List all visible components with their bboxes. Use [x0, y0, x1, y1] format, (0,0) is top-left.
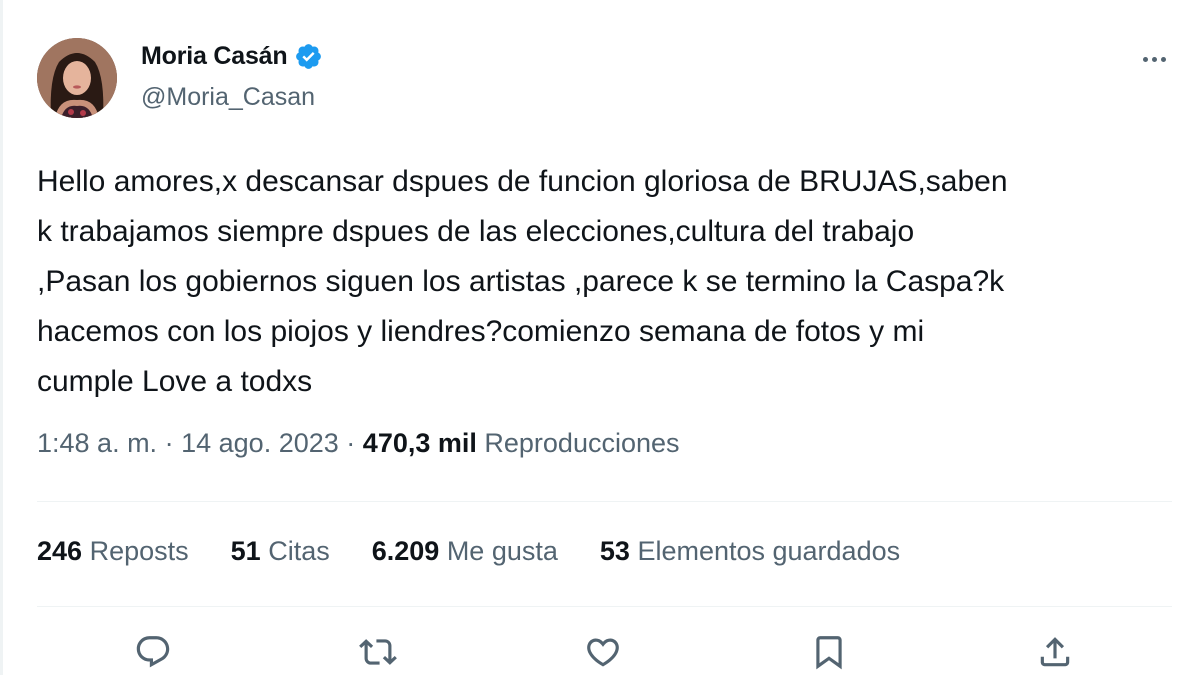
- more-options-button[interactable]: [1134, 44, 1174, 74]
- tweet-meta: 1:48 a. m. · 14 ago. 2023 · 470,3 mil Re…: [37, 428, 680, 459]
- reposts-label: Reposts: [89, 536, 189, 566]
- likes-stat[interactable]: 6.209 Me gusta: [372, 536, 558, 567]
- views-count: 470,3 mil: [362, 428, 477, 458]
- bookmarks-stat[interactable]: 53 Elementos guardados: [600, 536, 900, 567]
- quotes-stat[interactable]: 51 Citas: [231, 536, 330, 567]
- share-icon: [1040, 637, 1070, 667]
- likes-label: Me gusta: [446, 536, 558, 566]
- dot-icon: [1151, 56, 1157, 62]
- avatar-image: [37, 38, 117, 118]
- engagement-stats: 246 Reposts 51 Citas 6.209 Me gusta 53 E…: [37, 536, 942, 567]
- verified-badge-icon: [294, 42, 323, 71]
- reposts-stat[interactable]: 246 Reposts: [37, 536, 189, 567]
- tweet-text-line: hacemos con los piojos y liendres?comien…: [37, 315, 925, 348]
- like-icon: [587, 638, 619, 667]
- tweet-date[interactable]: 14 ago. 2023: [181, 428, 339, 458]
- reposts-count: 246: [37, 536, 83, 566]
- bookmarks-label: Elementos guardados: [637, 536, 901, 566]
- tweet-text: Hello amores,x descansar dspues de funci…: [37, 157, 1177, 407]
- meta-separator: ·: [346, 428, 356, 458]
- tweet-time[interactable]: 1:48 a. m.: [37, 428, 157, 458]
- author-handle[interactable]: @Moria_Casan: [141, 83, 315, 112]
- quotes-label: Citas: [268, 536, 330, 566]
- tweet-text-line: ,Pasan los gobiernos siguen los artistas…: [37, 265, 1005, 298]
- author-display-name[interactable]: Moria Casán: [141, 42, 288, 71]
- reply-icon: [136, 636, 170, 668]
- divider: [37, 606, 1172, 607]
- meta-separator: ·: [164, 428, 174, 458]
- dot-icon: [1160, 56, 1166, 62]
- author-name-row: Moria Casán: [141, 42, 323, 71]
- share-button[interactable]: [1033, 630, 1077, 674]
- bookmark-button[interactable]: [807, 630, 851, 674]
- like-button[interactable]: [581, 630, 625, 674]
- tweet-text-line: k trabajamos siempre dspues de las elecc…: [37, 215, 915, 248]
- divider: [37, 501, 1172, 502]
- tweet-text-line: Hello amores,x descansar dspues de funci…: [37, 165, 1008, 198]
- dot-icon: [1142, 56, 1148, 62]
- tweet-text-line: cumple Love a todxs: [37, 365, 313, 398]
- bookmarks-count: 53: [599, 536, 630, 566]
- quotes-count: 51: [230, 536, 261, 566]
- likes-count: 6.209: [371, 536, 440, 566]
- repost-button[interactable]: [356, 630, 400, 674]
- action-bar: [0, 630, 1200, 680]
- repost-icon: [359, 639, 397, 665]
- avatar[interactable]: [37, 38, 117, 118]
- bookmark-icon: [816, 636, 842, 670]
- tweet-card: Moria Casán @Moria_Casan Hello amores,x …: [0, 0, 1200, 675]
- reply-button[interactable]: [131, 630, 175, 674]
- views-label: Reproducciones: [484, 428, 680, 458]
